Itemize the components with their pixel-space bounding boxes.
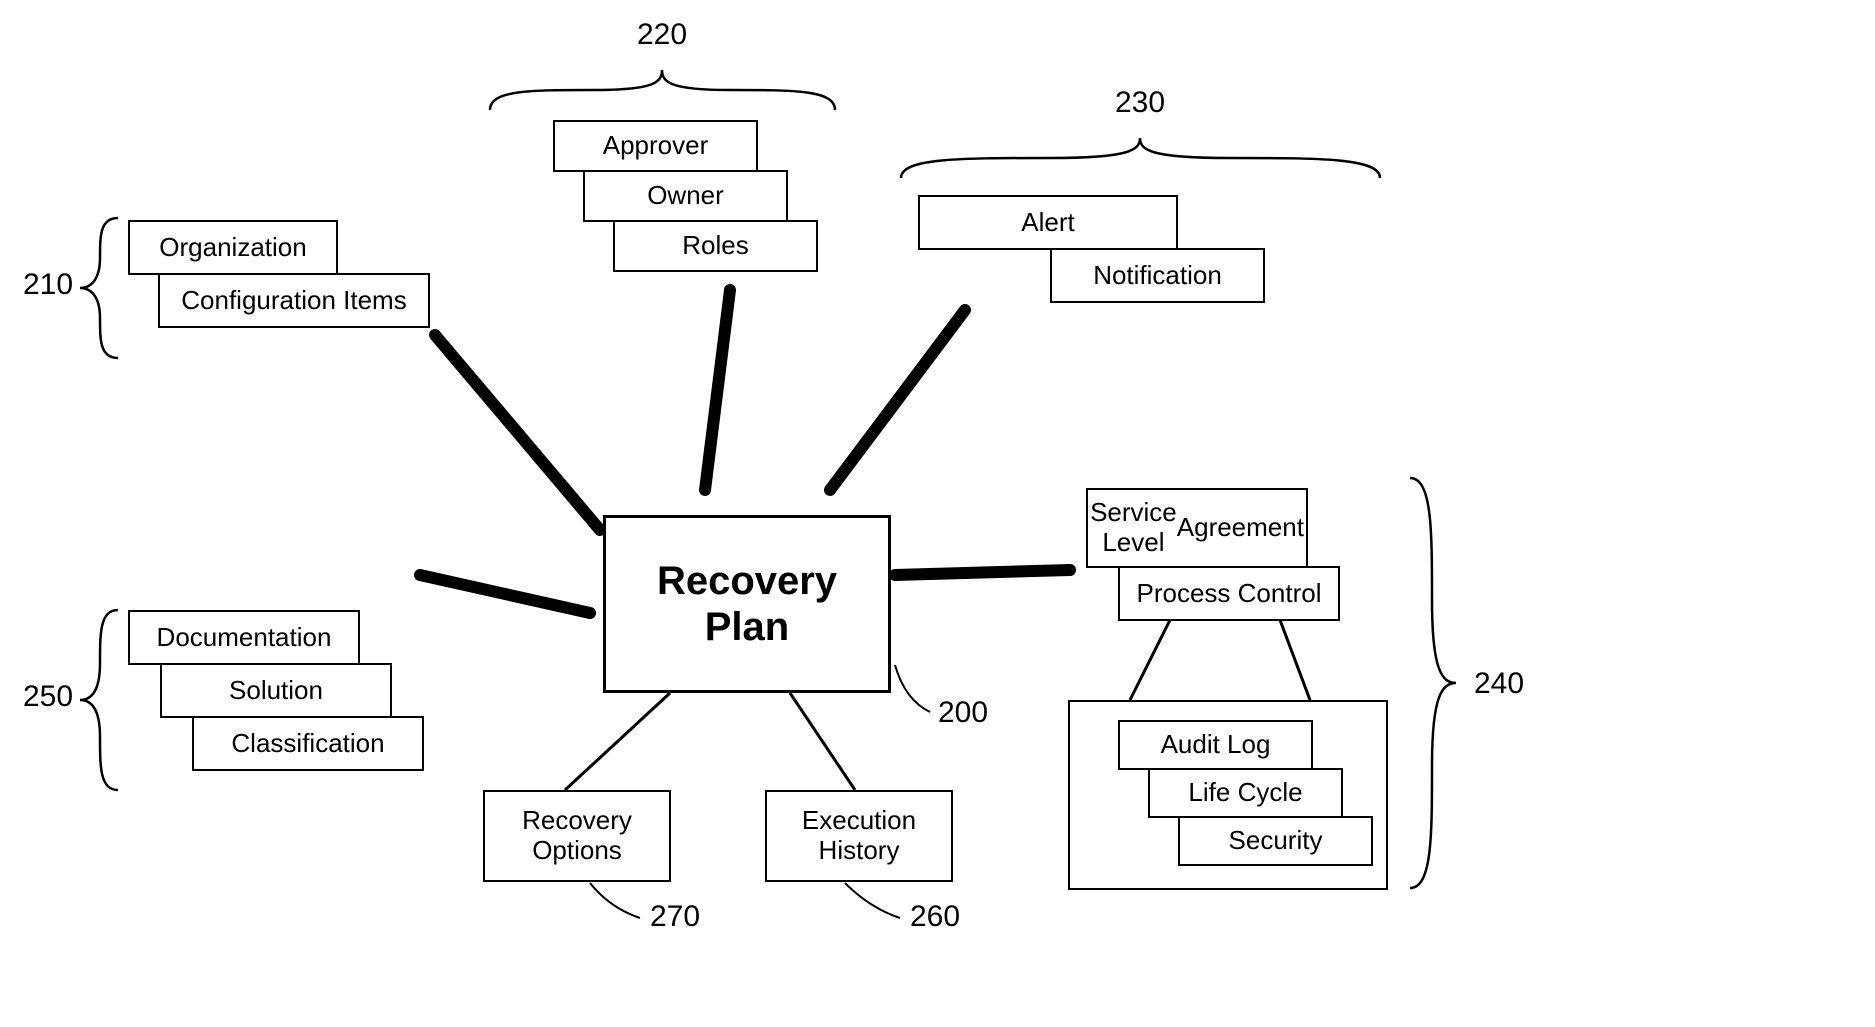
lead-200 [895, 665, 930, 712]
box-sla-line2: Agreement [1177, 513, 1304, 543]
line-pc-sub-right [1280, 620, 1310, 700]
brace-250 [80, 610, 118, 790]
recovery-options-line1: Recovery [522, 806, 632, 836]
lead-260 [845, 883, 900, 918]
execution-history-line2: History [819, 836, 900, 866]
box-notification: Notification [1050, 248, 1265, 303]
box-documentation: Documentation [128, 610, 360, 665]
box-owner: Owner [583, 170, 788, 222]
spoke-230 [830, 310, 965, 490]
ref-220: 220 [562, 18, 762, 52]
brace-220 [490, 70, 835, 110]
box-sla: Service Level Agreement [1086, 488, 1308, 568]
diagram-canvas: 210 Organization Configuration Items 220… [0, 0, 1875, 1027]
line-to-recovery-options [565, 693, 670, 790]
box-sla-line1: Service Level [1090, 498, 1177, 558]
recovery-plan-line2: Plan [705, 604, 789, 650]
brace-240 [1410, 478, 1456, 888]
ref-270: 270 [640, 900, 710, 934]
box-recovery-options: Recovery Options [483, 790, 671, 882]
box-recovery-plan: Recovery Plan [603, 515, 891, 693]
box-configuration-items: Configuration Items [158, 273, 430, 328]
ref-260: 260 [900, 900, 970, 934]
box-approver: Approver [553, 120, 758, 172]
box-life-cycle: Life Cycle [1148, 768, 1343, 818]
ref-250: 250 [18, 680, 78, 714]
box-alert: Alert [918, 195, 1178, 250]
ref-200: 200 [928, 696, 998, 730]
recovery-plan-line1: Recovery [657, 558, 837, 604]
box-roles: Roles [613, 220, 818, 272]
spoke-250 [420, 575, 590, 613]
spoke-240 [895, 570, 1070, 575]
box-security: Security [1178, 816, 1373, 866]
box-classification: Classification [192, 716, 424, 771]
box-solution: Solution [160, 663, 392, 718]
ref-240: 240 [1464, 667, 1534, 701]
lead-270 [590, 883, 640, 918]
ref-230: 230 [1040, 86, 1240, 120]
brace-230 [901, 138, 1380, 178]
box-process-control: Process Control [1118, 566, 1340, 621]
box-audit-log: Audit Log [1118, 720, 1313, 770]
brace-210 [80, 218, 118, 358]
ref-210: 210 [18, 268, 78, 302]
box-organization: Organization [128, 220, 338, 275]
execution-history-line1: Execution [802, 806, 916, 836]
line-pc-sub-left [1130, 620, 1170, 700]
line-to-execution-history [790, 693, 855, 790]
spoke-210 [435, 335, 600, 530]
spoke-220 [705, 290, 730, 490]
recovery-options-line2: Options [532, 836, 622, 866]
box-execution-history: Execution History [765, 790, 953, 882]
